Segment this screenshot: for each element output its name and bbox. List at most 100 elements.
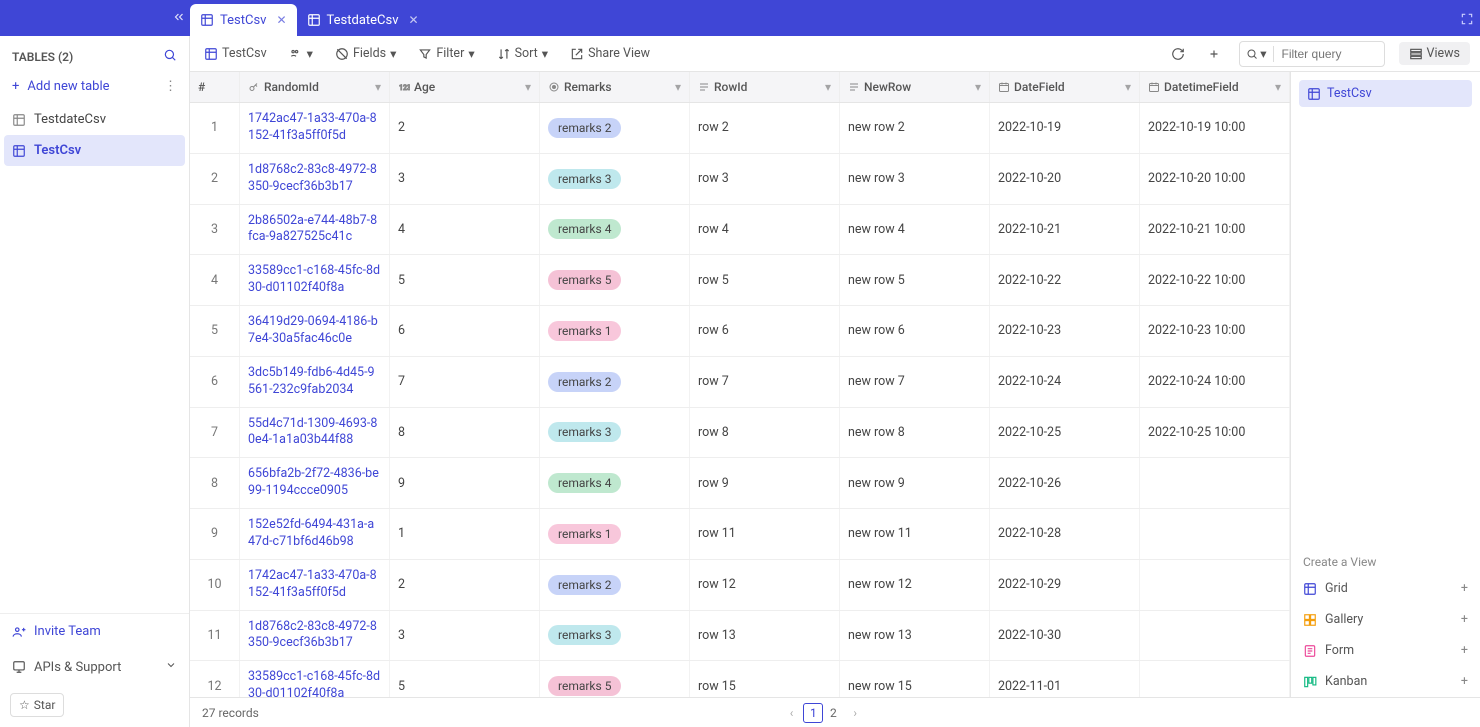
- cell-randomid[interactable]: 1742ac47-1a33-470a-8152-41f3a5ff0f5d: [240, 103, 390, 154]
- cell-newrow[interactable]: new row 13: [840, 610, 990, 661]
- cell-remarks[interactable]: remarks 3: [540, 610, 690, 661]
- cell-age[interactable]: 2: [390, 559, 540, 610]
- table-row[interactable]: 755d4c71d-1309-4693-80e4-1a1a03b44f888re…: [190, 407, 1290, 458]
- cell-rowid[interactable]: row 5: [690, 255, 840, 306]
- cell-remarks[interactable]: remarks 1: [540, 306, 690, 357]
- cell-rowid[interactable]: row 15: [690, 661, 840, 697]
- cell-datefield[interactable]: 2022-10-19: [990, 103, 1140, 154]
- cell-age[interactable]: 3: [390, 610, 540, 661]
- cell-age[interactable]: 6: [390, 306, 540, 357]
- cell-randomid[interactable]: 33589cc1-c168-45fc-8d30-d01102f40f8a: [240, 661, 390, 697]
- table-row[interactable]: 9152e52fd-6494-431a-a47d-c71bf6d46b981re…: [190, 509, 1290, 560]
- table-row[interactable]: 8656bfa2b-2f72-4836-be99-1194ccce09059re…: [190, 458, 1290, 509]
- cell-randomid[interactable]: 36419d29-0694-4186-b7e4-30a5fac46c0e: [240, 306, 390, 357]
- view-selector[interactable]: TestCsv: [200, 43, 271, 64]
- cell-datefield[interactable]: 2022-10-29: [990, 559, 1140, 610]
- tab-testcsv[interactable]: TestCsv ✕: [190, 4, 297, 36]
- more-icon[interactable]: ⋮: [164, 79, 177, 94]
- cell-rowid[interactable]: row 4: [690, 204, 840, 255]
- cell-datefield[interactable]: 2022-10-20: [990, 153, 1140, 204]
- data-grid[interactable]: #RandomId▾123Age▾Remarks▾RowId▾NewRow▾Da…: [190, 72, 1290, 697]
- cell-newrow[interactable]: new row 7: [840, 356, 990, 407]
- close-icon[interactable]: ✕: [409, 13, 419, 27]
- table-row[interactable]: 433589cc1-c168-45fc-8d30-d01102f40f8a5re…: [190, 255, 1290, 306]
- cell-datetimefield[interactable]: [1140, 661, 1290, 697]
- cell-rowid[interactable]: row 11: [690, 509, 840, 560]
- project-name[interactable]: xcdb: [38, 10, 68, 26]
- cell-datefield[interactable]: 2022-10-23: [990, 306, 1140, 357]
- cell-randomid[interactable]: 152e52fd-6494-431a-a47d-c71bf6d46b98: [240, 509, 390, 560]
- column-header[interactable]: DateField▾: [990, 72, 1140, 103]
- views-toggle[interactable]: Views: [1399, 42, 1470, 65]
- column-header[interactable]: NewRow▾: [840, 72, 990, 103]
- table-row[interactable]: 111d8768c2-83c8-4972-8350-9cecf36b3b173r…: [190, 610, 1290, 661]
- create-view-kanban[interactable]: Kanban+: [1291, 666, 1480, 697]
- prev-page[interactable]: ‹: [790, 706, 794, 720]
- create-view-grid[interactable]: Grid+: [1291, 573, 1480, 604]
- cell-remarks[interactable]: remarks 5: [540, 661, 690, 697]
- cell-randomid[interactable]: 656bfa2b-2f72-4836-be99-1194ccce0905: [240, 458, 390, 509]
- sidebar-table-testdatecsv[interactable]: TestdateCsv: [0, 104, 189, 135]
- cell-newrow[interactable]: new row 11: [840, 509, 990, 560]
- sidebar-table-testcsv[interactable]: TestCsv: [4, 135, 185, 166]
- cell-rowid[interactable]: row 12: [690, 559, 840, 610]
- cell-age[interactable]: 2: [390, 103, 540, 154]
- current-view-item[interactable]: TestCsv: [1299, 80, 1472, 107]
- cell-datefield[interactable]: 2022-10-21: [990, 204, 1140, 255]
- star-button[interactable]: ☆ Star: [10, 693, 64, 717]
- column-header[interactable]: RandomId▾: [240, 72, 390, 103]
- cell-randomid[interactable]: 3dc5b149-fdb6-4d45-9561-232c9fab2034: [240, 356, 390, 407]
- column-header[interactable]: Remarks▾: [540, 72, 690, 103]
- cell-newrow[interactable]: new row 3: [840, 153, 990, 204]
- column-header[interactable]: #: [190, 72, 240, 103]
- cell-datefield[interactable]: 2022-10-26: [990, 458, 1140, 509]
- cell-newrow[interactable]: new row 8: [840, 407, 990, 458]
- share-view-button[interactable]: Share View: [566, 43, 654, 64]
- fields-button[interactable]: Fields ▾: [331, 43, 400, 65]
- column-header[interactable]: DatetimeField▾: [1140, 72, 1290, 103]
- cell-randomid[interactable]: 55d4c71d-1309-4693-80e4-1a1a03b44f88: [240, 407, 390, 458]
- cell-datetimefield[interactable]: 2022-10-20 10:00: [1140, 153, 1290, 204]
- cell-randomid[interactable]: 1d8768c2-83c8-4972-8350-9cecf36b3b17: [240, 153, 390, 204]
- cell-age[interactable]: 5: [390, 255, 540, 306]
- cell-remarks[interactable]: remarks 3: [540, 407, 690, 458]
- cell-datetimefield[interactable]: [1140, 458, 1290, 509]
- cell-newrow[interactable]: new row 5: [840, 255, 990, 306]
- table-row[interactable]: 21d8768c2-83c8-4972-8350-9cecf36b3b173re…: [190, 153, 1290, 204]
- cell-age[interactable]: 8: [390, 407, 540, 458]
- add-new-table[interactable]: + Add new table ⋮: [0, 73, 189, 104]
- reload-icon[interactable]: [1167, 44, 1189, 64]
- tab-testdatecsv[interactable]: TestdateCsv ✕: [297, 4, 429, 36]
- cell-remarks[interactable]: remarks 2: [540, 103, 690, 154]
- cell-datefield[interactable]: 2022-10-30: [990, 610, 1140, 661]
- cell-newrow[interactable]: new row 12: [840, 559, 990, 610]
- cell-newrow[interactable]: new row 6: [840, 306, 990, 357]
- search-input[interactable]: [1274, 47, 1384, 61]
- apis-support[interactable]: APIs & Support: [0, 649, 189, 685]
- cell-randomid[interactable]: 2b86502a-e744-48b7-8fca-9a827525c41c: [240, 204, 390, 255]
- cell-remarks[interactable]: remarks 5: [540, 255, 690, 306]
- cell-randomid[interactable]: 1742ac47-1a33-470a-8152-41f3a5ff0f5d: [240, 559, 390, 610]
- cell-rowid[interactable]: row 8: [690, 407, 840, 458]
- cell-age[interactable]: 9: [390, 458, 540, 509]
- cell-remarks[interactable]: remarks 2: [540, 356, 690, 407]
- filter-button[interactable]: Filter ▾: [414, 43, 478, 65]
- cell-datetimefield[interactable]: [1140, 610, 1290, 661]
- cell-rowid[interactable]: row 3: [690, 153, 840, 204]
- chevron-down-icon[interactable]: [74, 10, 86, 26]
- column-header[interactable]: RowId▾: [690, 72, 840, 103]
- cell-remarks[interactable]: remarks 4: [540, 204, 690, 255]
- search-scope[interactable]: ▾: [1240, 46, 1273, 62]
- cell-remarks[interactable]: remarks 3: [540, 153, 690, 204]
- cell-randomid[interactable]: 1d8768c2-83c8-4972-8350-9cecf36b3b17: [240, 610, 390, 661]
- cell-datetimefield[interactable]: 2022-10-19 10:00: [1140, 103, 1290, 154]
- cell-datefield[interactable]: 2022-11-01: [990, 661, 1140, 697]
- cell-datetimefield[interactable]: [1140, 509, 1290, 560]
- cell-rowid[interactable]: row 13: [690, 610, 840, 661]
- table-row[interactable]: 11742ac47-1a33-470a-8152-41f3a5ff0f5d2re…: [190, 103, 1290, 154]
- row-height[interactable]: ▾: [285, 43, 317, 65]
- cell-age[interactable]: 7: [390, 356, 540, 407]
- cell-remarks[interactable]: remarks 4: [540, 458, 690, 509]
- create-view-gallery[interactable]: Gallery+: [1291, 604, 1480, 635]
- cell-datetimefield[interactable]: [1140, 559, 1290, 610]
